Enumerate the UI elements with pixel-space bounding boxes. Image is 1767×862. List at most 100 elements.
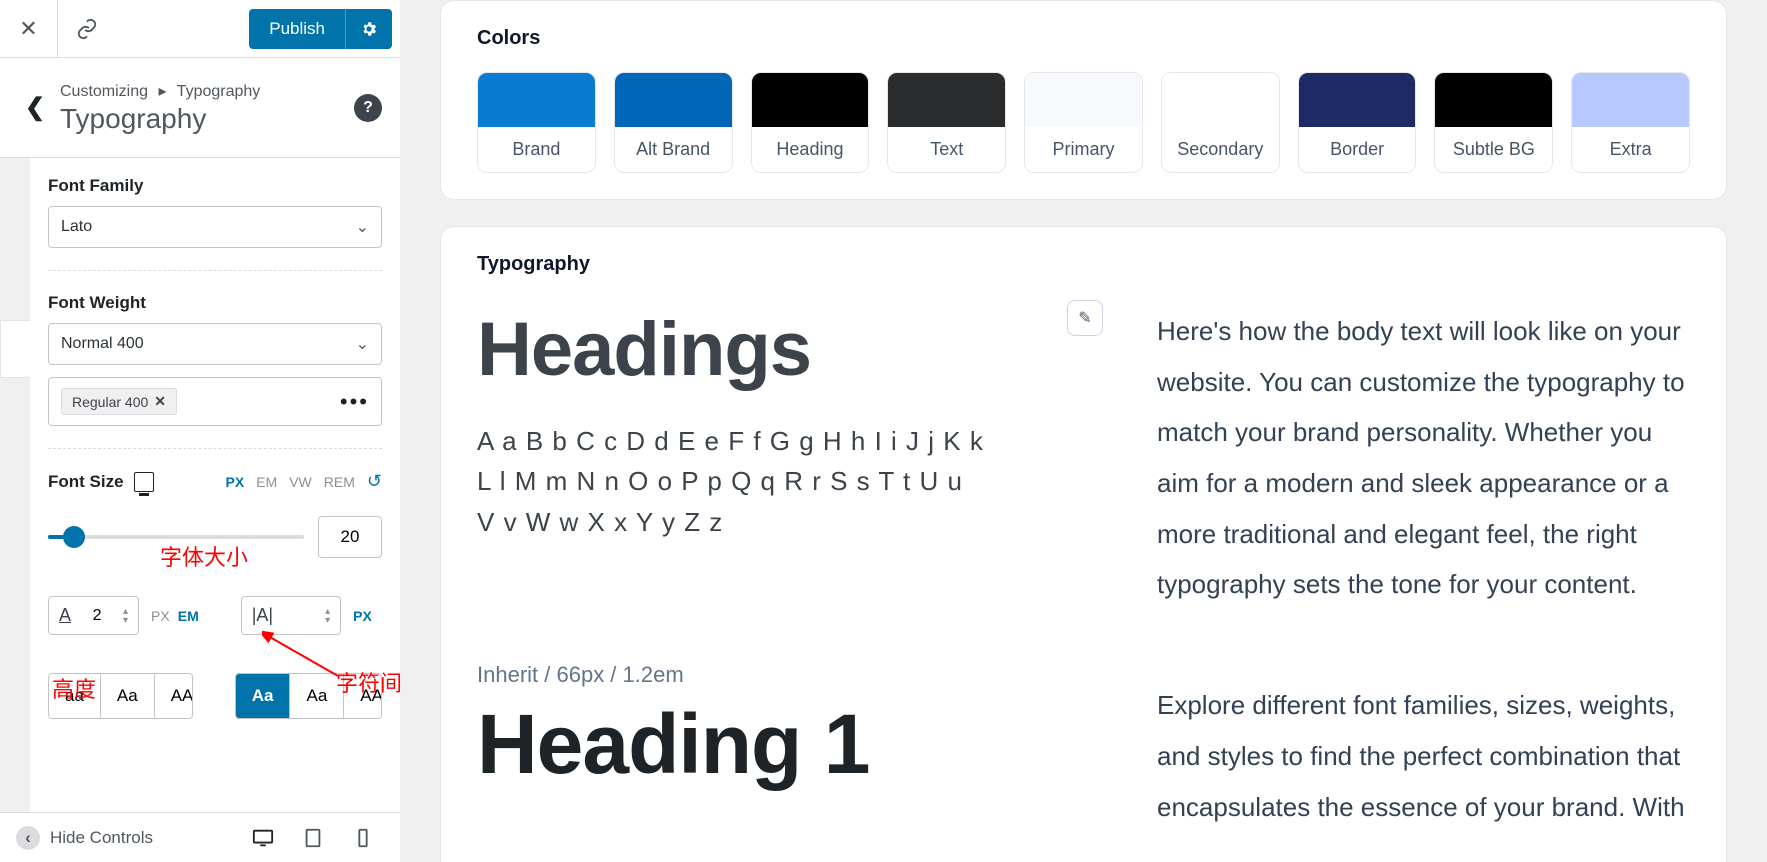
typography-preview-left: ✎ Headings A a B b C c D d E e F f G g H… [477,306,1097,862]
stepper-icon[interactable]: ▴▾ [325,607,330,625]
case-lower[interactable]: aa [49,674,101,718]
swatch-color [752,73,869,127]
swatch-color [1299,73,1416,127]
link-icon[interactable] [58,0,116,58]
swatch-label: Border [1299,127,1416,172]
case-capitalize[interactable]: Aa [101,674,155,718]
swatch-color [615,73,732,127]
font-size-units: PX EM VW REM ↺ [226,471,382,492]
hide-controls-button[interactable]: ‹ Hide Controls [0,826,169,850]
swatch-label: Extra [1572,127,1689,172]
unit-rem[interactable]: REM [324,474,355,490]
alphabet-line-1: A a B b C c D d E e F f G g H h I i J j … [477,421,1097,461]
color-swatch[interactable]: Heading [751,72,870,173]
color-swatch[interactable]: Border [1298,72,1417,173]
edit-pencil-icon[interactable]: ✎ [1067,300,1103,336]
heading1-sample: Heading 1 [477,696,1097,793]
alphabet-line-3: V v W w X x Y y Z z [477,502,1097,542]
close-button[interactable]: ✕ [0,0,58,58]
font-size-input[interactable] [318,516,382,558]
font-size-label: Font Size [48,472,124,492]
stepper-icon[interactable]: ▴▾ [123,607,128,625]
unit-vw[interactable]: VW [289,474,312,490]
slider-thumb[interactable] [63,526,85,548]
reset-icon[interactable]: ↺ [367,471,382,492]
font-weight-variants[interactable]: Regular 400 ✕ ••• [48,377,382,426]
swatch-label: Secondary [1162,127,1279,172]
more-options-icon[interactable]: ••• [340,389,369,415]
swatch-label: Subtle BG [1435,127,1552,172]
body-paragraph-1: Here's how the body text will look like … [1157,306,1690,610]
case-upper[interactable]: AA [155,674,193,718]
back-button[interactable]: ❮ [0,93,60,122]
customizer-bottombar: ‹ Hide Controls [0,812,400,862]
customizer-topbar: ✕ Publish [0,0,400,58]
body-paragraph-2: Explore different font families, sizes, … [1157,680,1690,832]
publish-group: Publish [249,9,392,49]
line-height-units: PX EM [151,608,199,624]
color-swatch[interactable]: Secondary [1161,72,1280,173]
unit-px[interactable]: PX [151,608,170,624]
font-size-slider[interactable] [48,535,304,539]
device-tablet-toggle[interactable] [302,827,324,849]
remove-tag-icon[interactable]: ✕ [154,393,166,410]
preview-area: Colors Brand Alt Brand Heading Text Primary S… [400,0,1767,862]
colors-title: Colors [477,27,1690,50]
unit-em[interactable]: EM [256,474,277,490]
chevron-down-icon: ⌄ [356,217,369,237]
publish-button[interactable]: Publish [249,9,345,49]
unit-em[interactable]: EM [178,608,199,624]
font-family-select[interactable]: Lato ⌄ [48,206,382,248]
publish-settings-button[interactable] [345,9,392,49]
text-decoration-group: Aa Aa AA [235,673,382,719]
swatch-color [1025,73,1142,127]
unit-px[interactable]: PX [226,474,245,490]
inherit-info: Inherit / 66px / 1.2em [477,662,1097,688]
swatch-color [1572,73,1689,127]
text-transform-group: aa Aa AA [48,673,193,719]
typography-controls: Font Family Lato ⌄ Font Weight Normal 40… [30,158,400,812]
font-family-label: Font Family [48,176,382,196]
swatch-row: Brand Alt Brand Heading Text Primary Secondar… [477,72,1690,173]
color-swatch[interactable]: Text [887,72,1006,173]
swatch-label: Text [888,127,1005,172]
color-swatch[interactable]: Brand [477,72,596,173]
typography-preview-right: Here's how the body text will look like … [1157,306,1690,862]
headings-sample: Headings [477,306,1097,393]
help-button[interactable]: ? [354,94,382,122]
swatch-color [478,73,595,127]
deco-underline[interactable]: Aa [290,674,344,718]
letter-spacing-input[interactable]: |A| ▴▾ [241,596,341,635]
colors-card: Colors Brand Alt Brand Heading Text Primary S… [440,0,1727,200]
breadcrumb-title: Typography [60,103,354,135]
font-weight-select[interactable]: Normal 400 ⌄ [48,323,382,365]
typography-card: Typography ✎ Headings A a B b C c D d E … [440,226,1727,862]
color-swatch[interactable]: Alt Brand [614,72,733,173]
letter-spacing-units: PX [353,608,372,624]
deco-strike[interactable]: AA [344,674,382,718]
font-weight-label: Font Weight [48,293,382,313]
alphabet-line-2: L l M m N n O o P p Q q R r S s T t U u [477,461,1097,501]
unit-px[interactable]: PX [353,608,372,624]
line-height-input[interactable]: A ▴▾ [48,596,139,635]
breadcrumb-path: Customizing ▸ Typography [60,81,354,101]
color-swatch[interactable]: Subtle BG [1434,72,1553,173]
swatch-color [888,73,1005,127]
swatch-label: Heading [752,127,869,172]
swatch-color [1162,73,1279,127]
swatch-label: Alt Brand [615,127,732,172]
deco-none[interactable]: Aa [236,674,291,718]
color-swatch[interactable]: Primary [1024,72,1143,173]
chevron-down-icon: ⌄ [356,334,369,354]
device-mobile-toggle[interactable] [352,827,374,849]
weight-tag: Regular 400 ✕ [61,388,177,415]
desktop-device-icon[interactable] [134,472,154,492]
color-swatch[interactable]: Extra [1571,72,1690,173]
swatch-color [1435,73,1552,127]
letter-spacing-icon: |A| [252,605,273,626]
swatch-label: Primary [1025,127,1142,172]
collapse-icon: ‹ [16,826,40,850]
breadcrumb-panel: ❮ Customizing ▸ Typography Typography ? [0,58,400,158]
device-desktop-toggle[interactable] [252,827,274,849]
typography-title: Typography [477,253,1690,276]
